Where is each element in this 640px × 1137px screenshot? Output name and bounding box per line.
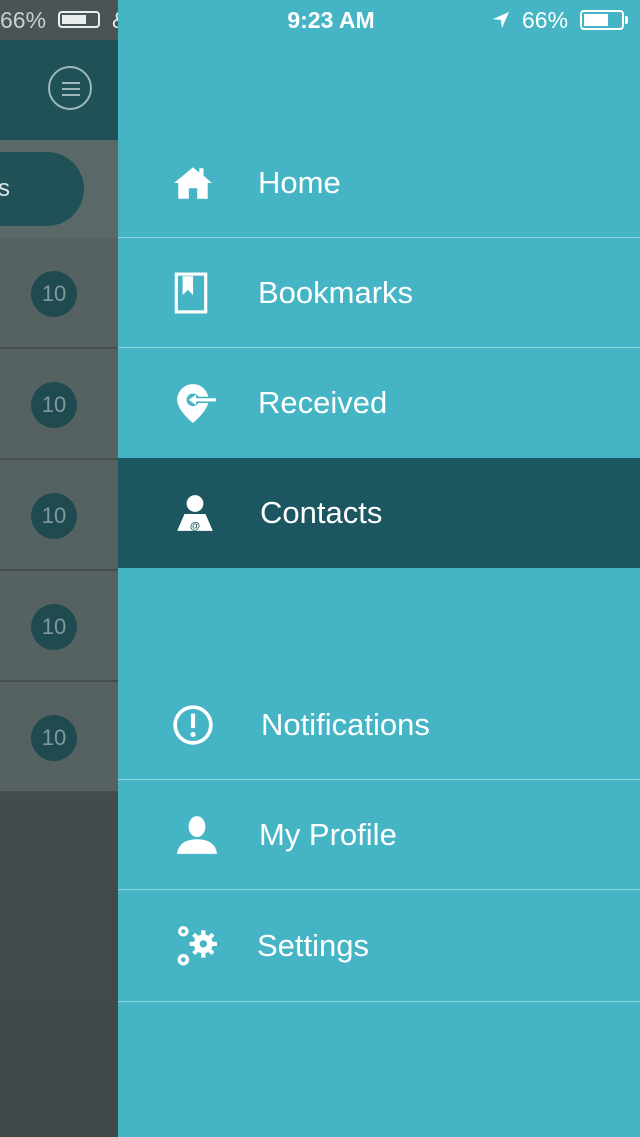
exclamation-icon [173, 704, 213, 745]
count-badge: 10 [31, 493, 77, 539]
home-icon [174, 166, 212, 199]
underlay-status-bar: 66% &T [0, 0, 118, 40]
hamburger-line [62, 82, 80, 84]
count-badge: 10 [31, 604, 77, 650]
menu-item-label: Bookmarks [258, 274, 414, 310]
hamburger-line [62, 88, 80, 90]
battery-percent: 66% [522, 7, 569, 33]
gears-icon [177, 925, 217, 965]
underlay-battery-percent: 66% [0, 7, 47, 33]
count-badge: 10 [31, 382, 77, 428]
menu-item-label: Home [258, 164, 341, 200]
menu-item-label: Notifications [261, 706, 430, 742]
underlay-header [0, 40, 118, 140]
person-icon [177, 815, 217, 854]
battery-icon [580, 10, 624, 30]
underlay-pill-label: s [0, 175, 10, 202]
menu-item-label: My Profile [259, 816, 397, 852]
count-badge: 10 [31, 271, 77, 317]
bookmark-icon [174, 272, 208, 313]
underlay-segment-pill[interactable]: s [0, 152, 84, 226]
menu-item-label: Settings [257, 927, 370, 963]
menu-item-settings[interactable]: Settings [118, 890, 640, 1002]
svg-text:@: @ [190, 520, 200, 532]
menu-item-received[interactable]: Received [118, 348, 640, 458]
list-item[interactable]: 10 [0, 238, 118, 348]
menu-item-notifications[interactable]: Notifications [118, 670, 640, 780]
underlay-tab-bar: s [0, 140, 118, 238]
menu-item-home[interactable]: Home [118, 128, 640, 238]
list-item[interactable]: 10 [0, 682, 118, 792]
menu-item-label: Contacts [260, 495, 383, 530]
hamburger-line [62, 94, 80, 96]
status-bar: 9:23 AM 66% [118, 0, 640, 40]
list-item[interactable]: 10 [0, 460, 118, 570]
menu-item-bookmarks[interactable]: Bookmarks [118, 238, 640, 348]
side-menu: Home Bookmarks Received @ Contacts Notif… [118, 0, 640, 1137]
menu-item-label: Received [258, 385, 388, 420]
count-badge: 10 [31, 715, 77, 761]
menu-item-contacts[interactable]: @ Contacts [118, 458, 640, 568]
location-arrow-icon [492, 11, 510, 29]
menu-item-my-profile[interactable]: My Profile [118, 780, 640, 890]
list-item[interactable]: 10 [0, 571, 118, 681]
received-location-icon [177, 384, 216, 423]
status-time: 9:23 AM [287, 7, 375, 33]
underlay-battery-icon [58, 11, 100, 28]
hamburger-menu-button[interactable] [48, 66, 92, 110]
battery-level-fill [584, 14, 608, 26]
list-item[interactable]: 10 [0, 349, 118, 459]
contact-icon: @ [177, 495, 213, 532]
background-screen[interactable]: 66% &T s 10 10 10 10 10 [0, 0, 118, 1137]
battery-tip [625, 16, 628, 24]
